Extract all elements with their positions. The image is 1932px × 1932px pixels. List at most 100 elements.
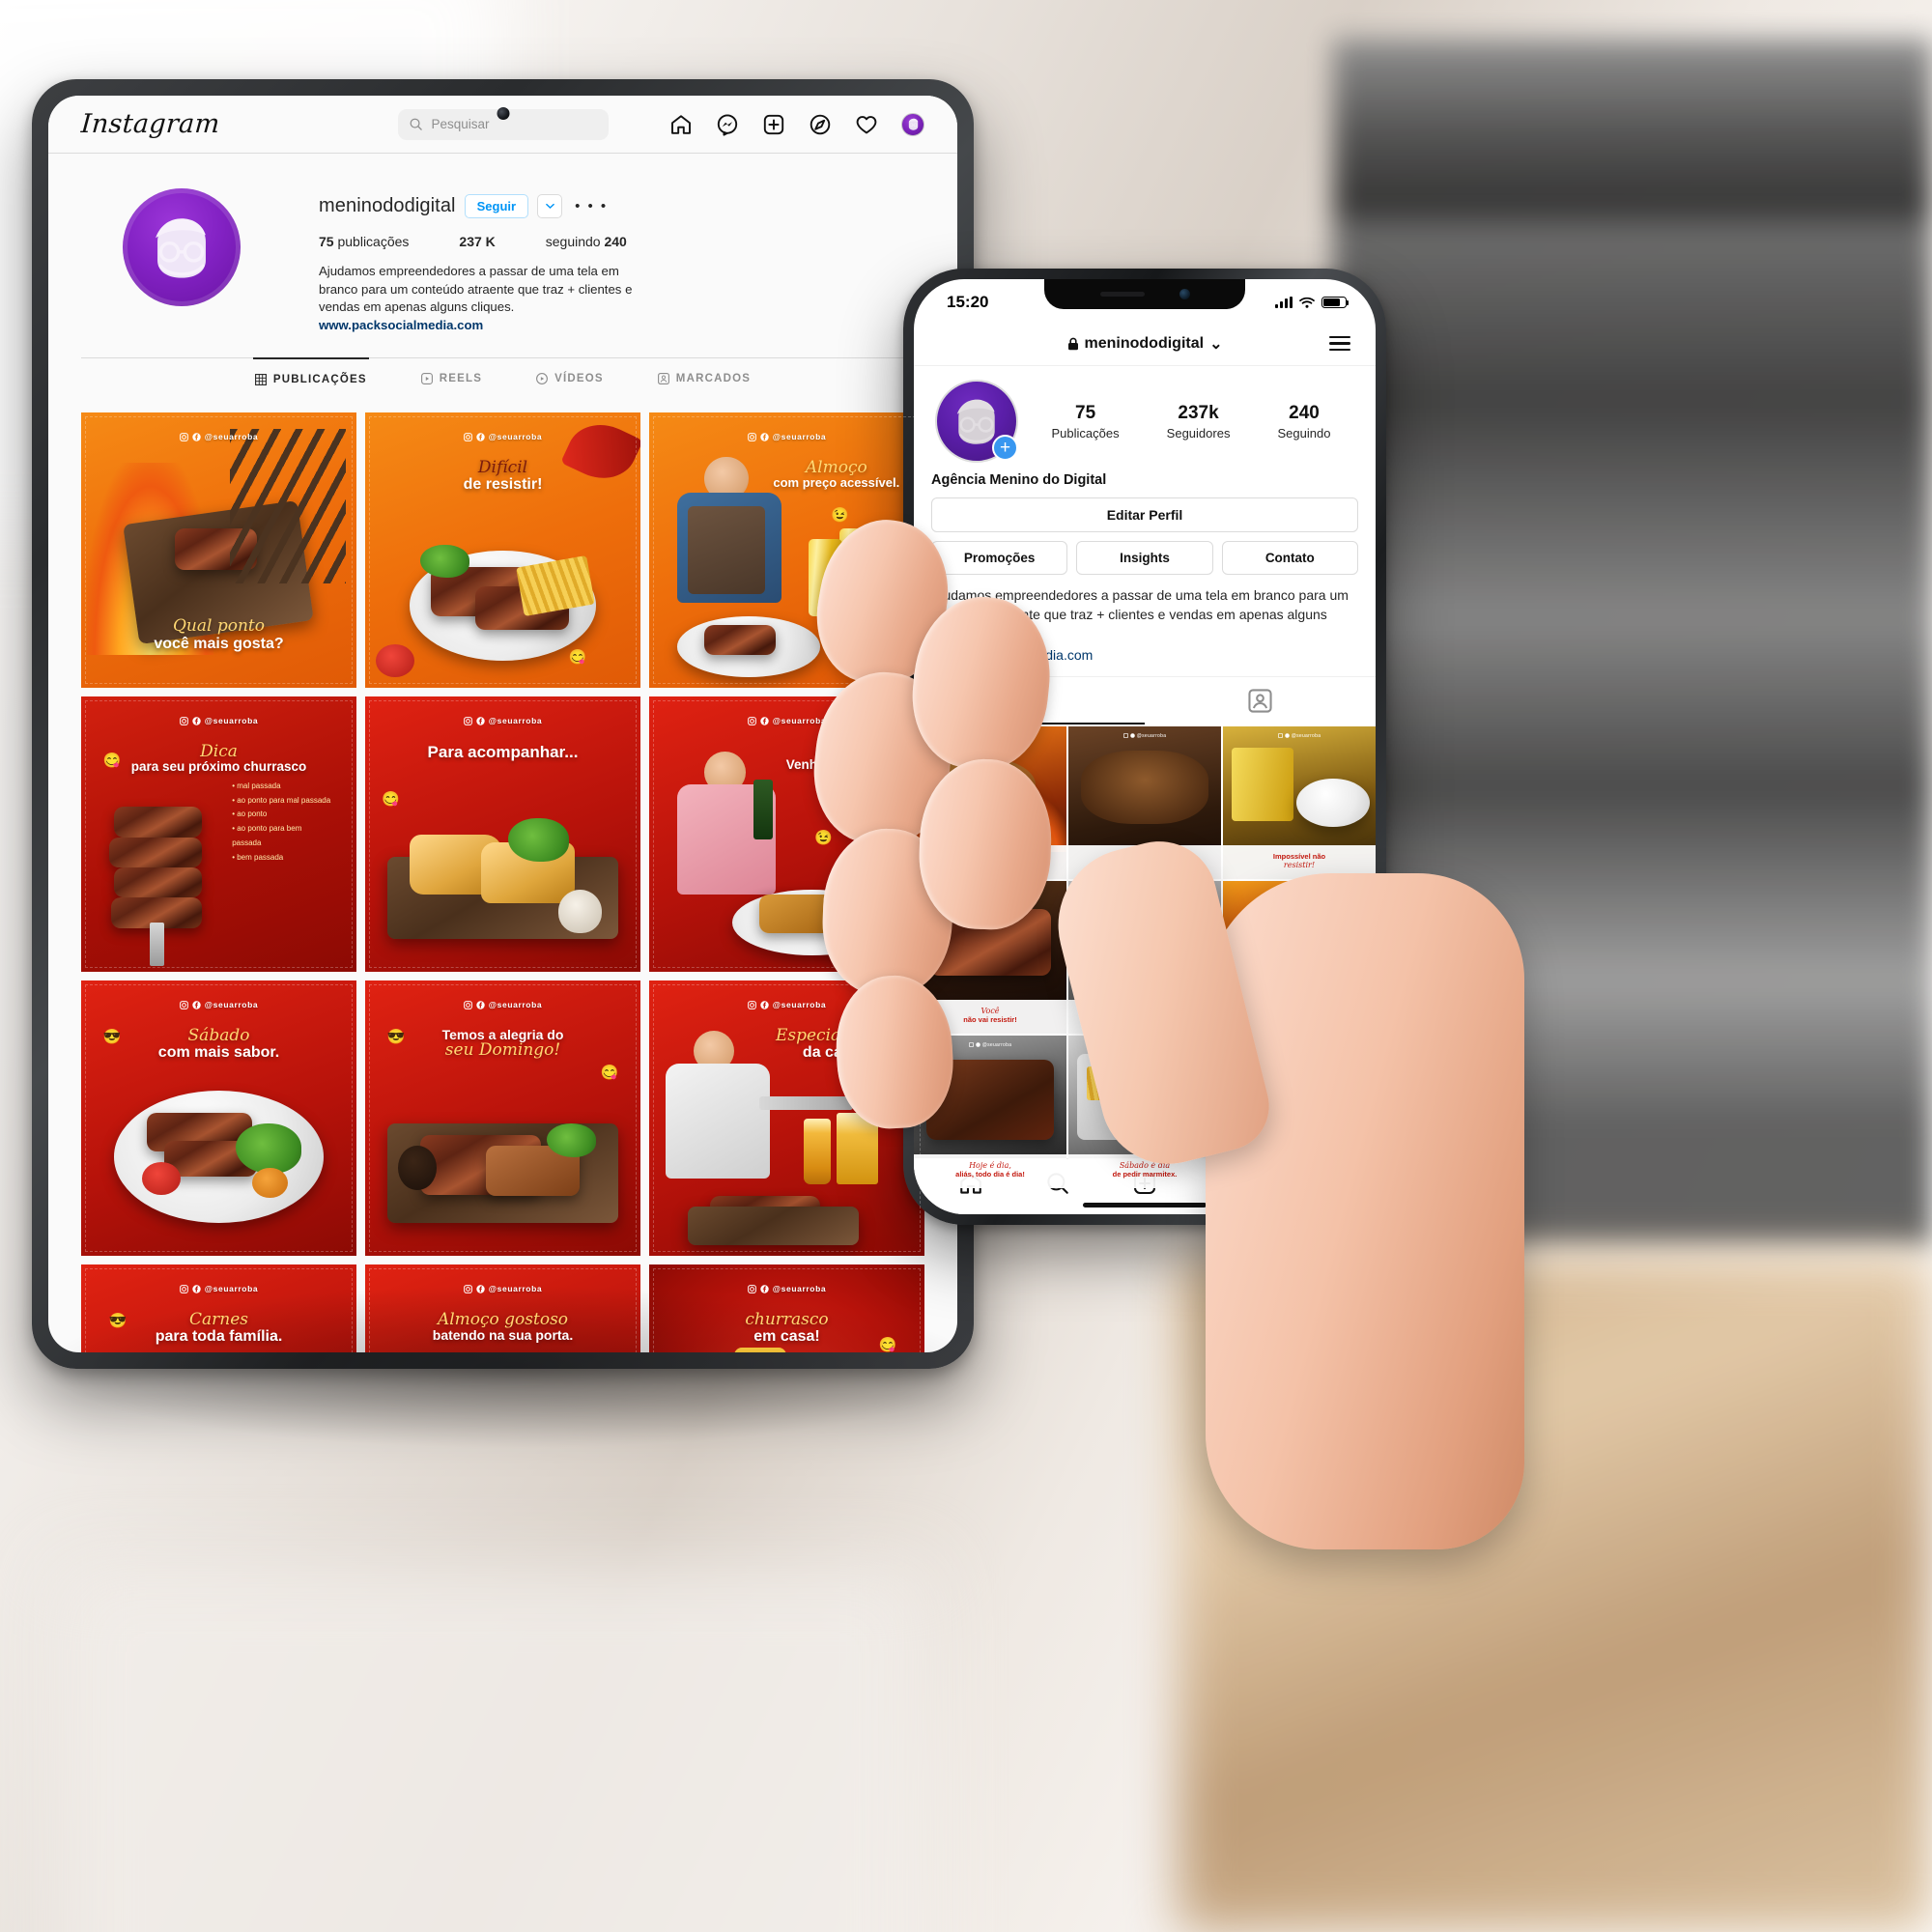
- post-handle-text: @seuarroba: [772, 432, 827, 442]
- phone-tab-tagged[interactable]: [1145, 677, 1376, 724]
- stat-following[interactable]: seguindo 240: [546, 234, 627, 249]
- post-tile[interactable]: @seuarroba Seu final de semana, pede um …: [1223, 881, 1376, 1035]
- post-caption-script: churrasco: [745, 1309, 829, 1329]
- stat-followers[interactable]: 237k Seguidores: [1167, 403, 1231, 440]
- facebook-icon: [760, 432, 769, 441]
- stat-followers-label: Seguidores: [1166, 425, 1231, 440]
- post-tile[interactable]: @seuarroba Sábado é dia de pedir marmite…: [1068, 1036, 1221, 1189]
- phone-bio-text: Ajudamos empreendedores a passar de uma …: [931, 587, 1349, 642]
- stat-following-label: Seguindo: [1277, 425, 1331, 440]
- post-tile[interactable]: @seuarroba Você não vai resistir!: [914, 881, 1066, 1035]
- home-icon[interactable]: [669, 113, 693, 136]
- post-handle: @seuarroba: [365, 1284, 640, 1293]
- profile-avatar-icon[interactable]: [901, 112, 924, 136]
- post-tile[interactable]: @seuarroba Quais nossos acompanhamentos?: [1068, 726, 1221, 880]
- heart-icon[interactable]: [855, 113, 878, 136]
- more-options-icon[interactable]: • • •: [575, 198, 608, 214]
- facebook-icon: [476, 1284, 485, 1293]
- post-tile[interactable]: @seuarroba Já pensou no almoço de hoje!: [1068, 881, 1221, 1035]
- list-item: • bem passada: [232, 852, 284, 862]
- facebook-icon: [760, 1284, 769, 1293]
- post-tile[interactable]: @seuarroba Impossível não resistir!: [1223, 726, 1376, 880]
- tab-marcados[interactable]: MARCADOS: [656, 357, 753, 398]
- contato-button[interactable]: Contato: [1221, 541, 1358, 575]
- tab-reels[interactable]: REELS: [419, 357, 484, 398]
- avatar-face-icon: [908, 118, 918, 130]
- post-caption: Marque aqui o seu amigo que irá pagar o …: [914, 852, 1066, 869]
- instagram-icon: [747, 1284, 756, 1293]
- messenger-icon[interactable]: [716, 113, 739, 136]
- post-tile[interactable]: @seuarroba Confira nosso cardápio!: [1223, 1036, 1376, 1189]
- post-tile[interactable]: @seuarroba Qual ponto você mais gosta?: [81, 412, 356, 689]
- emoji-smile: 😋: [382, 791, 400, 809]
- post-tile[interactable]: @seuarroba Temos a alegria do seu Doming…: [365, 980, 640, 1257]
- phone-notch: [1044, 279, 1245, 309]
- profile-link[interactable]: www.packsocialmedia.com: [319, 318, 924, 332]
- tab-videos[interactable]: VÍDEOS: [534, 357, 606, 398]
- instagram-icon: [463, 716, 472, 725]
- post-tile[interactable]: @seuarroba #Sextou Venha nos visitar! 😉: [649, 696, 924, 973]
- tablet-screen: Instagram Pesquisar meninododigital Segu…: [48, 96, 957, 1352]
- nav-icons: [669, 112, 924, 136]
- post-handle: @seuarroba: [1223, 733, 1376, 739]
- grid-icon: [254, 374, 267, 386]
- battery-icon: [1321, 297, 1350, 308]
- stat-following[interactable]: 240 Seguindo: [1278, 403, 1331, 440]
- post-tile[interactable]: @seuarroba Dica para seu próximo churras…: [81, 696, 356, 973]
- emoji-cool: 😎: [102, 1028, 122, 1045]
- edit-profile-button[interactable]: Editar Perfil: [931, 497, 1358, 532]
- stat-posts[interactable]: 75 Publicações: [1052, 403, 1120, 440]
- post-handle-text: @seuarroba: [772, 1284, 827, 1294]
- video-icon: [536, 373, 549, 385]
- stat-followers[interactable]: 237 K: [459, 234, 495, 249]
- insights-button[interactable]: Insights: [1076, 541, 1213, 575]
- stat-posts-label: Publicações: [1051, 425, 1120, 440]
- instagram-logo[interactable]: Instagram: [80, 109, 221, 139]
- tab-label: PUBLICAÇÕES: [272, 374, 367, 386]
- post-caption-script: Dica: [200, 741, 238, 761]
- stat-following-label: seguindo: [545, 234, 601, 249]
- phone-username[interactable]: meninododigital ⌄: [1067, 334, 1222, 354]
- phone-bio-link[interactable]: www.packsocialmedia.com: [931, 645, 1358, 665]
- post-handle: @seuarroba: [81, 716, 356, 725]
- post-tile[interactable]: @seuarroba Hoje é dia, aliás, todo dia é…: [914, 1036, 1066, 1189]
- add-story-button[interactable]: +: [992, 435, 1018, 461]
- follow-button[interactable]: Seguir: [464, 194, 529, 218]
- new-post-icon[interactable]: [762, 113, 785, 136]
- post-caption-bold: com preço acessível.: [773, 475, 900, 491]
- explore-icon[interactable]: [809, 113, 832, 136]
- facebook-icon: [1129, 888, 1135, 893]
- instagram-icon: [463, 432, 472, 441]
- post-tile[interactable]: @seuarroba Marque aqui o seu amigo que i…: [914, 726, 1066, 880]
- post-caption: Difícil de resistir!: [365, 459, 640, 494]
- avatar[interactable]: +: [929, 380, 1024, 463]
- facebook-icon: [760, 1000, 769, 1009]
- avatar-face-icon: [156, 218, 206, 278]
- post-handle-text: @seuarroba: [488, 1000, 543, 1010]
- post-tile[interactable]: @seuarroba Almoço com preço acessível. 😉: [649, 412, 924, 689]
- tab-publicacoes[interactable]: PUBLICAÇÕES: [252, 357, 369, 398]
- post-tile[interactable]: @seuarroba Sábado com mais sabor. 😎: [81, 980, 356, 1257]
- hamburger-menu-icon[interactable]: [1329, 335, 1350, 352]
- chevron-down-icon[interactable]: ⌄: [1209, 334, 1222, 354]
- post-caption: Para acompanhar...: [365, 743, 640, 761]
- post-caption: Almoço com preço acessível.: [759, 459, 914, 491]
- facebook-icon: [1129, 1042, 1135, 1047]
- post-caption-bold: nosso cardápio!: [1271, 1170, 1327, 1179]
- avatar[interactable]: [81, 188, 282, 332]
- promocoes-button[interactable]: Promoções: [931, 541, 1068, 575]
- phone-tab-grid[interactable]: [914, 677, 1145, 725]
- post-handle: @seuarroba: [81, 1000, 356, 1009]
- phone-profile-tabs: [914, 676, 1376, 725]
- post-tile[interactable]: @seuarroba Para acompanhar... 😋: [365, 696, 640, 973]
- post-tile[interactable]: @seuarroba Especialidade da casa!: [649, 980, 924, 1257]
- phone-username-text: meninododigital: [1084, 334, 1205, 352]
- chevron-down-icon[interactable]: [537, 194, 563, 218]
- post-caption-script: Carnes: [188, 1309, 248, 1329]
- stat-followers-value: 237k: [1178, 402, 1219, 423]
- instagram-icon: [1277, 1042, 1283, 1047]
- post-tile[interactable]: @seuarroba Difícil de resistir! 😋: [365, 412, 640, 689]
- post-caption: Impossível não resistir!: [1223, 852, 1376, 869]
- post-caption-script: irá pagar o churrasco?: [945, 860, 1036, 869]
- phone-bio: Ajudamos empreendedores a passar de uma …: [931, 585, 1358, 665]
